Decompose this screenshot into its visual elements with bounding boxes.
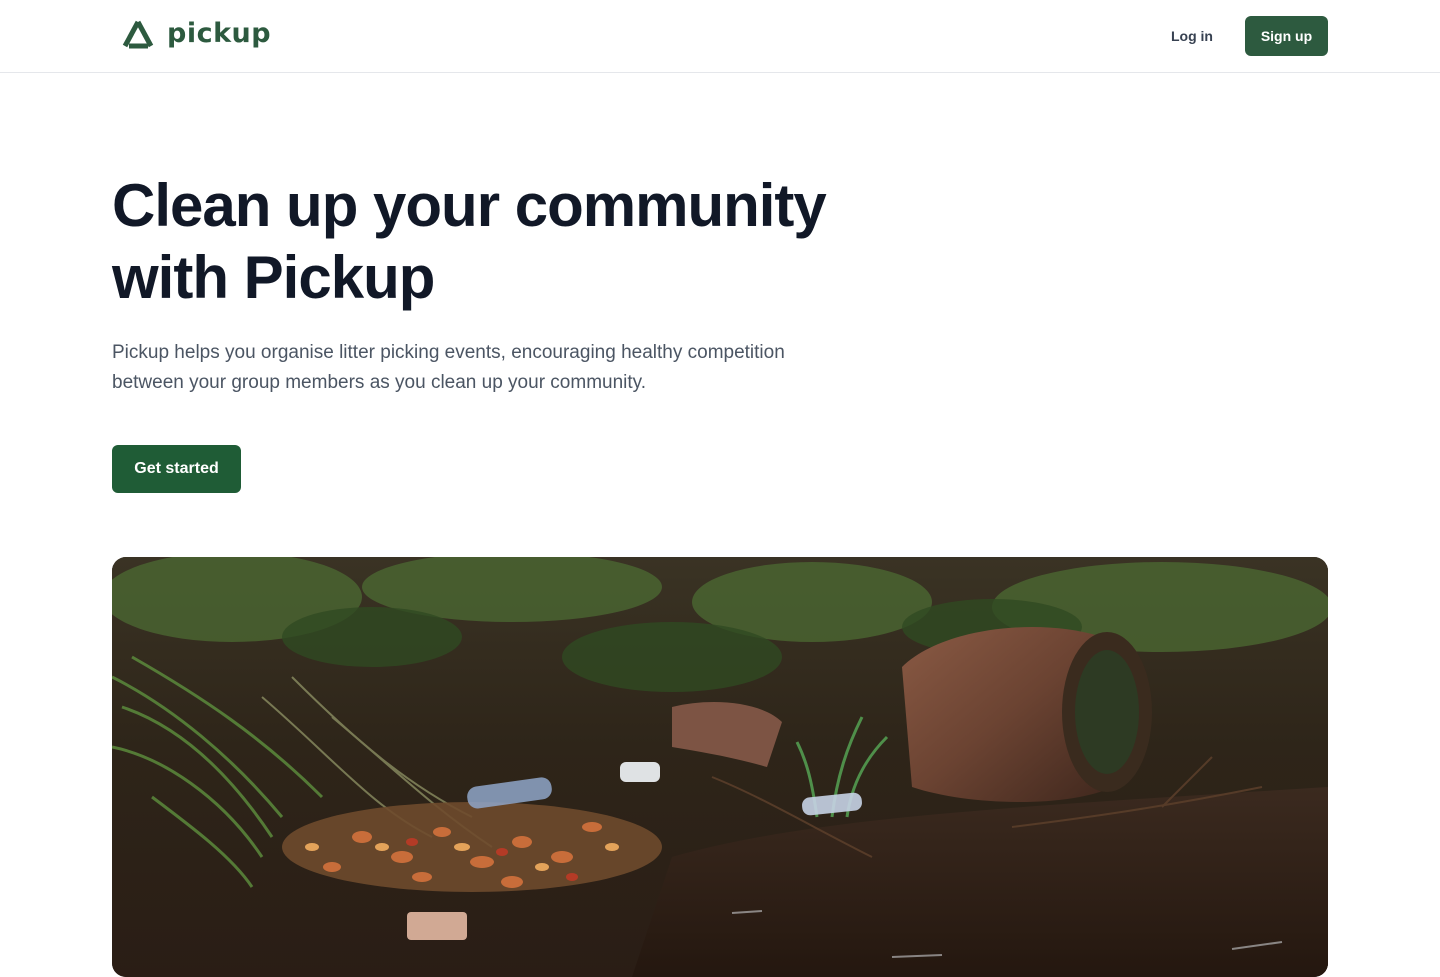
top-navigation-bar: pickup Log in Sign up — [0, 0, 1440, 73]
login-link[interactable]: Log in — [1160, 24, 1224, 48]
signup-button[interactable]: Sign up — [1245, 16, 1328, 56]
hero-title-line-2: with Pickup — [112, 244, 435, 311]
get-started-button[interactable]: Get started — [112, 445, 241, 493]
hero-description: Pickup helps you organise litter picking… — [112, 338, 912, 398]
hero-description-line-2: between your group members as you clean … — [112, 372, 647, 393]
hero-description-line-1: Pickup helps you organise litter picking… — [112, 342, 785, 363]
brand-name: pickup — [167, 17, 272, 49]
hero-photo — [112, 557, 1328, 977]
recycle-triangle-icon — [122, 20, 154, 49]
hero-title: Clean up your community with Pickup — [112, 170, 932, 314]
brand-logo[interactable]: pickup — [121, 19, 271, 51]
litter-in-stream-photo — [112, 557, 1328, 977]
hero-title-line-1: Clean up your community — [112, 172, 827, 239]
